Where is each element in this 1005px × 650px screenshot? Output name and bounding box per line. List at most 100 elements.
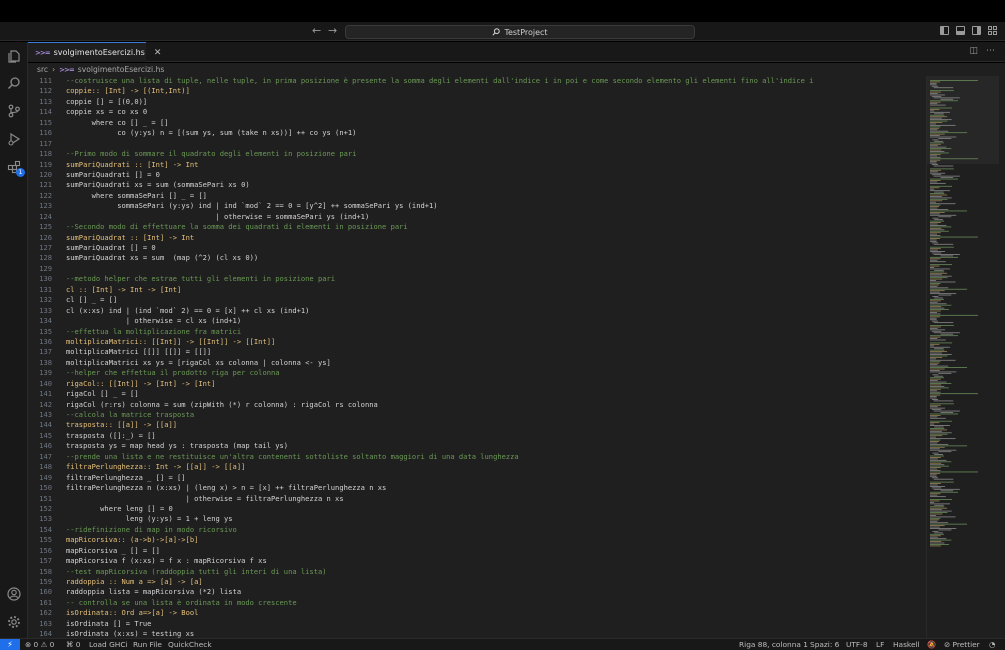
code-line[interactable]: 154 --ridefinizione di map in modo ricors… xyxy=(28,525,926,535)
quickcheck-button[interactable]: QuickCheck xyxy=(168,640,212,649)
ports-indicator[interactable]: ⌘ 0 xyxy=(66,640,80,649)
code-line[interactable]: 115 where co [] _ = [] xyxy=(28,118,926,128)
code-line[interactable]: 123 sommaSePari (y:ys) ind | ind `mod` 2… xyxy=(28,201,926,211)
language-mode[interactable]: Haskell xyxy=(893,640,920,649)
code-line[interactable]: 152 where leng [] = 0 xyxy=(28,504,926,514)
code-line[interactable]: 134 | otherwise = cl xs (ind+1) xyxy=(28,316,926,326)
minimap-line xyxy=(930,406,938,408)
minimap-line xyxy=(934,348,944,350)
code-line[interactable]: 164 isOrdinata (x:xs) = testing xs xyxy=(28,629,926,638)
code-line[interactable]: 117 xyxy=(28,139,926,149)
code-line[interactable]: 159 raddoppia :: Num a => [a] -> [a] xyxy=(28,577,926,587)
code-line[interactable]: 149 filtraPerlunghezza _ [] = [] xyxy=(28,473,926,483)
command-center-search[interactable]: TestProject xyxy=(345,25,695,39)
extensions-icon[interactable]: 1 xyxy=(6,159,25,177)
code-line[interactable]: 135 --effettua la moltiplicazione fra mat… xyxy=(28,327,926,337)
code-line[interactable]: 137 moltiplicaMatrici [[]] [[]] = [[]] xyxy=(28,347,926,357)
code-line[interactable]: 113 coppie [] = [(0,0)] xyxy=(28,97,926,107)
code-line[interactable]: 131 cl :: [Int] -> Int -> [Int] xyxy=(28,285,926,295)
remote-indicator-icon[interactable]: ⚡ xyxy=(0,639,20,650)
notifications-bell-icon[interactable]: ◔ xyxy=(989,640,995,649)
notifications-off-icon[interactable]: 🔕 xyxy=(927,640,936,649)
code-line[interactable]: 125 --Secondo modo di effettuare la somma… xyxy=(28,222,926,232)
code-line[interactable]: 119 sumPariQuadrati :: [Int] -> Int xyxy=(28,160,926,170)
code-line[interactable]: 136 moltiplicaMatrici:: [[Int]] -> [[Int]… xyxy=(28,337,926,347)
code-line[interactable]: 141 rigaCol [] _ = [] xyxy=(28,389,926,399)
code-line[interactable]: 142 rigaCol (r:rs) colonna = sum (zipWith… xyxy=(28,400,926,410)
code-line[interactable]: 133 cl (x:xs) ind | (ind `mod` 2) == 0 = … xyxy=(28,306,926,316)
search-icon[interactable] xyxy=(6,75,22,91)
code-line[interactable]: 144 trasposta:: [[a]] -> [[a]] xyxy=(28,420,926,430)
customize-layout-icon[interactable] xyxy=(988,26,997,35)
code-line[interactable]: 147 --prende una lista e ne restituisce u… xyxy=(28,452,926,462)
cursor-position[interactable]: Riga 88, colonna 1 xyxy=(739,640,808,649)
code-line[interactable]: 150 filtraPerlunghezza n (x:xs) | (leng x… xyxy=(28,483,926,493)
code-line[interactable]: 143 --calcola la matrice trasposta xyxy=(28,410,926,420)
forward-arrow-icon[interactable]: → xyxy=(328,24,337,37)
code-line[interactable]: 129 xyxy=(28,264,926,274)
code-line[interactable]: 114 coppie xs = co xs 0 xyxy=(28,107,926,117)
manage-gear-icon[interactable] xyxy=(6,614,22,630)
code-line[interactable]: 138 moltiplicaMatrici xs ys = [rigaCol xs… xyxy=(28,358,926,368)
load-ghci-button[interactable]: Load GHCi xyxy=(89,640,128,649)
code-line[interactable]: 116 co (y:ys) n = [(sum ys, sum (take n … xyxy=(28,128,926,138)
problems-indicator[interactable]: ⊗ 0 ⚠ 0 xyxy=(25,640,54,649)
code-line[interactable]: 151 | otherwise = filtraPerlunghezza n x… xyxy=(28,494,926,504)
code-line[interactable]: 121 sumPariQuadrati xs = sum (sommaSePari… xyxy=(28,180,926,190)
more-actions-icon[interactable]: ⋯ xyxy=(986,46,995,56)
code-line[interactable]: 132 cl [] _ = [] xyxy=(28,295,926,305)
minimap-line xyxy=(930,130,949,132)
toggle-panel-icon[interactable] xyxy=(956,26,965,35)
code-line[interactable]: 128 sumPariQuadrat xs = sum (map (^2) (cl… xyxy=(28,253,926,263)
split-editor-icon[interactable]: ◫ xyxy=(969,46,978,56)
code-line[interactable]: 153 leng (y:ys) = 1 + leng ys xyxy=(28,514,926,524)
code-line[interactable]: 163 isOrdinata [] = True xyxy=(28,619,926,629)
code-line[interactable]: 118 --Primo modo di sommare il quadrato d… xyxy=(28,149,926,159)
code-line[interactable]: 127 sumPariQuadrat [] = 0 xyxy=(28,243,926,253)
code-line[interactable]: 140 rigaCol:: [[Int]] -> [Int] -> [Int] xyxy=(28,379,926,389)
minimap-line xyxy=(930,338,938,339)
close-icon[interactable]: ✕ xyxy=(154,48,162,58)
minimap[interactable] xyxy=(926,76,1005,638)
minimap-line xyxy=(930,283,941,284)
indentation-setting[interactable]: Spazi: 6 xyxy=(810,640,839,649)
breadcrumb-file[interactable]: svolgimentoEsercizi.hs xyxy=(78,65,165,74)
source-control-icon[interactable] xyxy=(6,103,22,119)
code-line[interactable]: 124 | otherwise = sommaSePari ys (ind+1) xyxy=(28,212,926,222)
code-line[interactable]: 139 --helper che effettua il prodotto rig… xyxy=(28,368,926,378)
code-line[interactable]: 146 trasposta ys = map head ys : traspost… xyxy=(28,441,926,451)
code-line[interactable]: 155 mapRicorsiva:: (a->b)->[a]->[b] xyxy=(28,535,926,545)
code-editor[interactable]: 111 --costruisce una lista di tuple, nell… xyxy=(28,76,926,638)
eol-setting[interactable]: LF xyxy=(876,640,884,649)
toggle-secondary-sidebar-icon[interactable] xyxy=(972,26,981,35)
code-line[interactable]: 111 --costruisce una lista di tuple, nell… xyxy=(28,76,926,86)
code-line[interactable]: 126 sumPariQuadrat :: [Int] -> Int xyxy=(28,233,926,243)
run-and-debug-icon[interactable] xyxy=(6,131,22,147)
minimap-line xyxy=(930,274,942,276)
code-line[interactable]: 161 -- controlla se una lista è ordinata … xyxy=(28,598,926,608)
code-line[interactable]: 145 trasposta ([]:_) = [] xyxy=(28,431,926,441)
run-file-button[interactable]: Run File xyxy=(133,640,162,649)
code-line[interactable]: 148 filtraPerlunghezza:: Int -> [[a]] -> … xyxy=(28,462,926,472)
code-line[interactable]: 112 coppie:: [Int] -> [(Int,Int)] xyxy=(28,86,926,96)
code-line[interactable]: 157 mapRicorsiva f (x:xs) = f x : mapRico… xyxy=(28,556,926,566)
toggle-primary-sidebar-icon[interactable] xyxy=(940,26,949,35)
prettier-status[interactable]: ⊘ Prettier xyxy=(944,640,980,649)
account-icon[interactable] xyxy=(6,586,22,602)
code-line[interactable]: 160 raddoppia lista = mapRicorsiva (*2) l… xyxy=(28,587,926,597)
minimap-line xyxy=(930,93,938,94)
line-number: 131 xyxy=(39,284,52,294)
breadcrumb-folder[interactable]: src xyxy=(37,65,48,74)
line-code: --helper che effettua il prodotto riga p… xyxy=(66,368,280,378)
back-arrow-icon[interactable]: ← xyxy=(312,24,321,37)
code-line[interactable]: 122 where sommaSePari [] _ = [] xyxy=(28,191,926,201)
encoding-setting[interactable]: UTF-8 xyxy=(846,640,868,649)
code-line[interactable]: 156 mapRicorsiva _ [] = [] xyxy=(28,546,926,556)
line-number: 141 xyxy=(39,389,52,399)
explorer-icon[interactable] xyxy=(6,48,22,64)
code-line[interactable]: 120 sumPariQuadrati [] = 0 xyxy=(28,170,926,180)
code-line[interactable]: 158 --test mapRicorsiva (raddoppia tutti … xyxy=(28,567,926,577)
code-line[interactable]: 130 --metodo helper che estrae tutti gli … xyxy=(28,274,926,284)
tab-svolgimento-esercizi[interactable]: >>= svolgimentoEsercizi.hs ✕ xyxy=(28,42,161,62)
code-line[interactable]: 162 isOrdinata:: Ord a=>[a] -> Bool xyxy=(28,608,926,618)
